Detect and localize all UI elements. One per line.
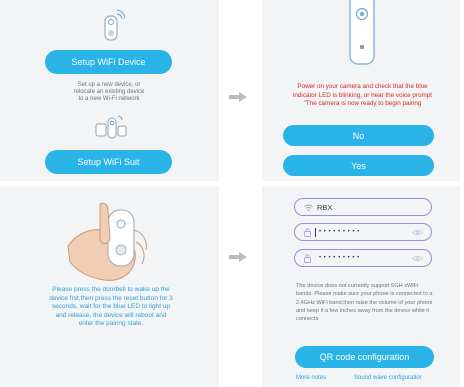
yes-button[interactable]: Yes: [283, 155, 434, 176]
more-notes-link[interactable]: More notes: [296, 375, 326, 381]
show-password-eye-icon[interactable]: [412, 255, 423, 262]
hand-pressing-doorbell-icon: [67, 202, 147, 281]
doorbell-chime-suit-icon: [95, 115, 127, 139]
wifi-credentials-panel: RBX • • • • • • • • • • • • • • • • • • …: [262, 186, 460, 387]
wifi-icon: [304, 204, 313, 211]
wifi-ssid-field[interactable]: RBX: [294, 198, 432, 216]
power-on-panel: Power on your camera and check that the …: [262, 0, 460, 181]
camera-device-icon: [349, 0, 375, 65]
show-password-eye-icon[interactable]: [412, 229, 423, 236]
setup-wifi-device-button[interactable]: Setup WiFi Device: [45, 50, 172, 74]
text-cursor: [315, 227, 316, 237]
doorbell-reset-panel: Please press the doorbell to wake up the…: [0, 186, 219, 387]
doorbell-reset-instruction: Please press the doorbell to wake up the…: [49, 286, 173, 328]
wifi-password-field[interactable]: • • • • • • • • •: [294, 223, 432, 241]
no-button[interactable]: No: [283, 125, 434, 146]
wifi-confirm-password-value: • • • • • • • • •: [319, 255, 360, 261]
qr-code-configuration-button[interactable]: QR code configuration: [295, 346, 434, 368]
wifi-band-note: The device does not currently support 5G…: [296, 283, 433, 323]
doorbell-wifi-icon: [104, 9, 125, 41]
next-step-arrow-icon: [229, 92, 247, 102]
wifi-ssid-value: RBX: [317, 202, 333, 212]
power-on-instruction: Power on your camera and check that the …: [293, 83, 432, 107]
lock-icon: [304, 253, 311, 263]
sound-wave-configuration-link[interactable]: Sound wave configuratior: [354, 375, 422, 381]
lock-icon: [304, 227, 311, 237]
wifi-confirm-password-field[interactable]: • • • • • • • • •: [294, 249, 432, 267]
setup-wifi-suit-button[interactable]: Setup WiFi Suit: [45, 150, 172, 174]
next-step-arrow-icon: [229, 252, 247, 262]
wifi-password-value: • • • • • • • • •: [319, 229, 360, 235]
setup-wifi-device-description: Set up a new device, or relocate an exis…: [73, 82, 145, 102]
setup-choice-panel: Setup WiFi Device Set up a new device, o…: [0, 0, 219, 181]
